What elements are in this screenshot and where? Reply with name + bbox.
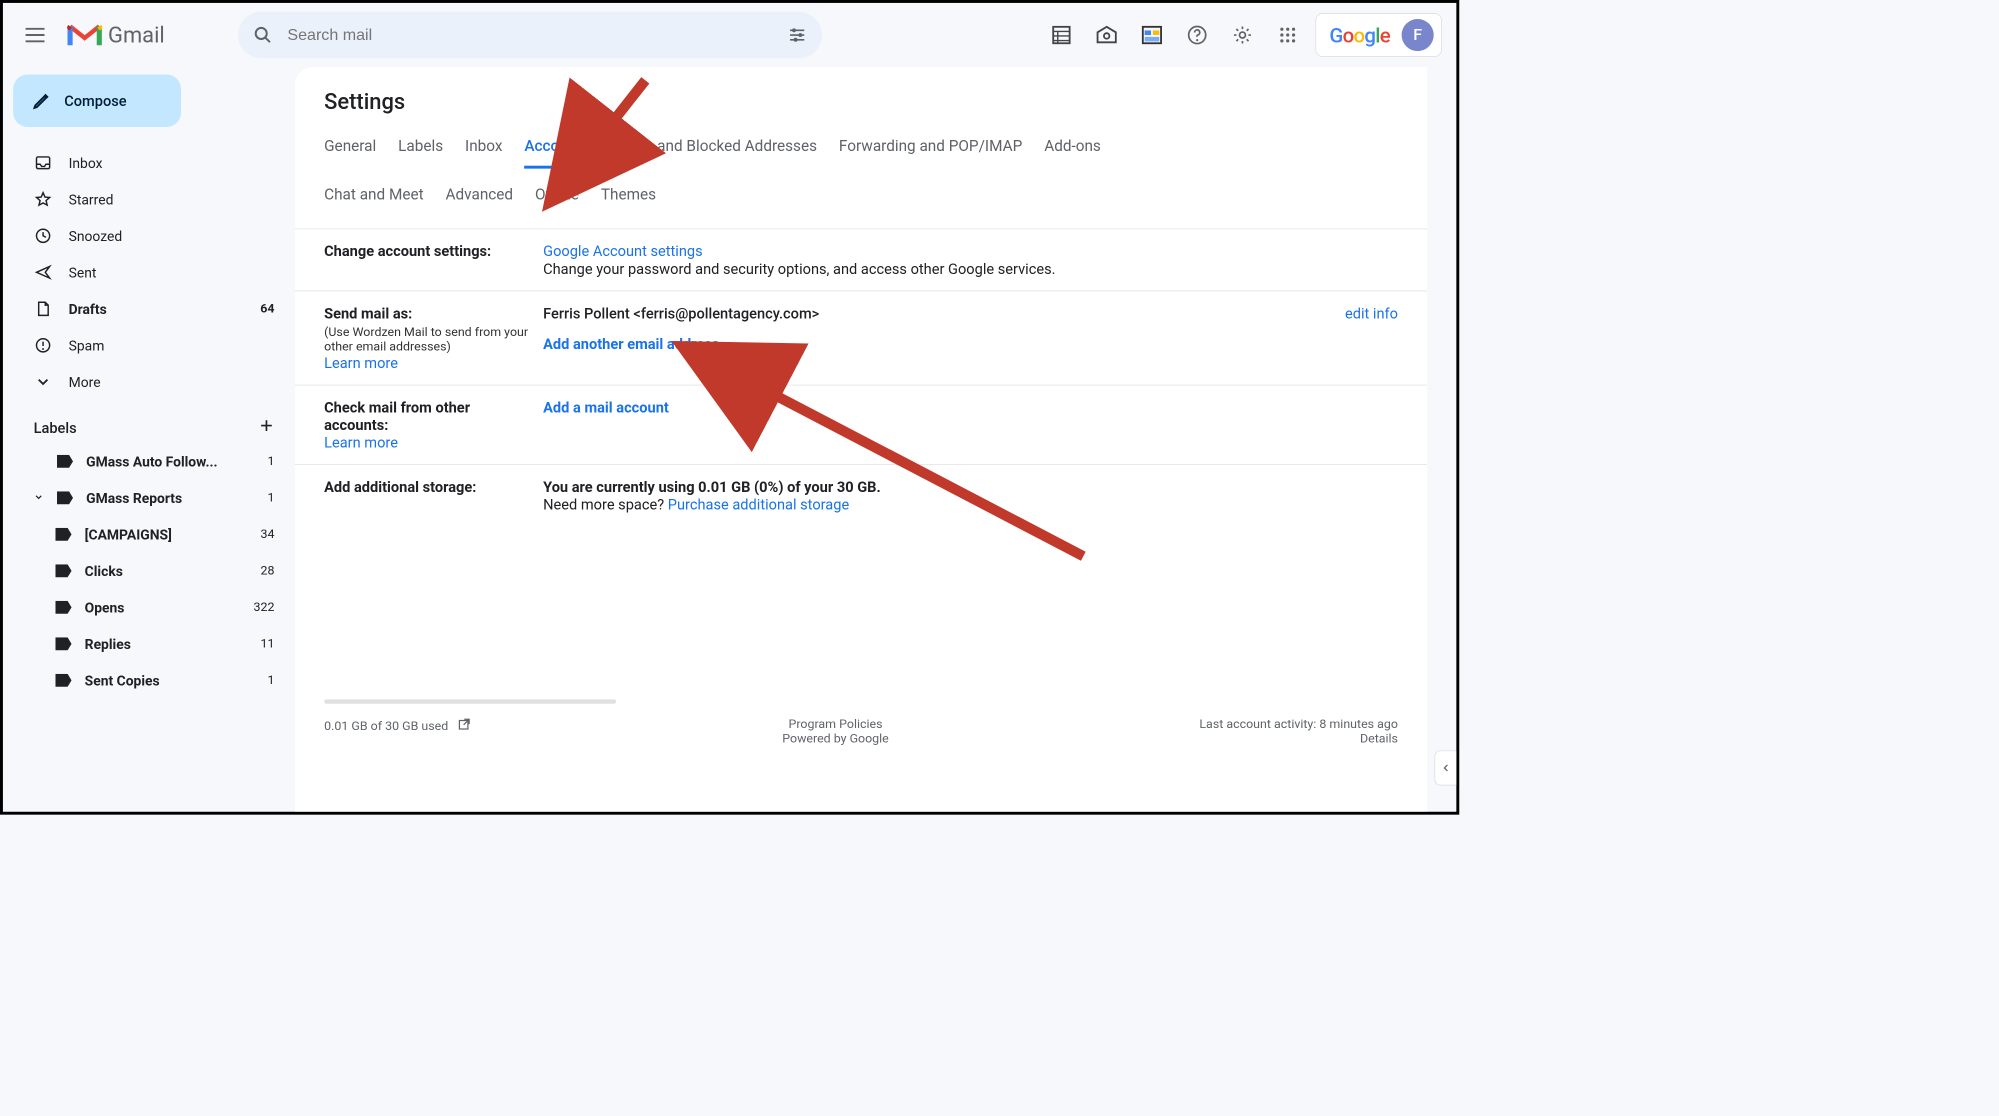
label-item[interactable]: GMass Reports 1 [3, 480, 295, 516]
gmail-logo-text: Gmail [108, 22, 165, 48]
support-icon[interactable] [1180, 18, 1215, 53]
learn-more-link[interactable]: Learn more [324, 354, 398, 372]
label-icon [55, 637, 71, 650]
label-item[interactable]: Sent Copies 1 [3, 662, 295, 699]
header-actions: Google F [1044, 13, 1442, 57]
nav-inbox[interactable]: Inbox [3, 145, 295, 182]
clock-icon [34, 227, 53, 245]
storage-scrollbar[interactable] [324, 699, 616, 703]
pencil-icon [32, 91, 51, 110]
spam-icon [34, 337, 53, 355]
addon-3-icon[interactable] [1135, 18, 1170, 53]
purchase-storage-link[interactable]: Purchase additional storage [668, 496, 849, 514]
nav-spam[interactable]: Spam [3, 327, 295, 364]
sidebar: Compose Inbox Starred Snoozed Sent [3, 67, 295, 812]
label-icon [55, 564, 71, 577]
tab-themes[interactable]: Themes [601, 179, 656, 214]
compose-button[interactable]: Compose [13, 74, 181, 127]
apps-grid-icon[interactable] [1270, 18, 1305, 53]
details-link[interactable]: Details [1360, 731, 1398, 746]
settings-gear-icon[interactable] [1225, 18, 1260, 53]
label-item[interactable]: Clicks 28 [3, 553, 295, 590]
section-send-mail-as: Send mail as: (Use Wordzen Mail to send … [295, 291, 1427, 385]
tab-chat[interactable]: Chat and Meet [324, 179, 423, 214]
tab-inbox[interactable]: Inbox [465, 131, 502, 169]
google-logo: Google [1329, 23, 1389, 47]
search-bar[interactable] [238, 12, 822, 59]
edit-info-link[interactable]: edit info [1345, 304, 1398, 322]
nav-drafts[interactable]: Drafts 64 [3, 291, 295, 328]
add-mail-account-link[interactable]: Add a mail account [543, 399, 669, 417]
tab-addons[interactable]: Add-ons [1044, 131, 1101, 169]
learn-more-link[interactable]: Learn more [324, 434, 398, 452]
label-item[interactable]: Replies 11 [3, 626, 295, 663]
search-icon[interactable] [245, 18, 280, 53]
section-change-account: Change account settings: Google Account … [295, 229, 1427, 291]
nav-more[interactable]: More [3, 364, 295, 401]
label-item[interactable]: Opens 322 [3, 589, 295, 626]
tab-offline[interactable]: Offline [535, 179, 579, 214]
search-input[interactable] [280, 26, 779, 45]
nav-snoozed[interactable]: Snoozed [3, 218, 295, 255]
tab-filters[interactable]: Filters and Blocked Addresses [611, 131, 817, 169]
tab-advanced[interactable]: Advanced [446, 179, 514, 214]
star-icon [34, 191, 53, 209]
open-external-icon[interactable] [457, 717, 472, 735]
search-options-icon[interactable] [779, 18, 814, 53]
label-icon [57, 455, 73, 468]
settings-tabs: General Labels Inbox Accounts Filters an… [295, 131, 1427, 169]
side-panel-toggle[interactable] [1434, 750, 1456, 785]
footer: 0.01 GB of 30 GB used Program Policies P… [295, 699, 1427, 746]
chevron-down-icon [34, 373, 53, 391]
tab-general[interactable]: General [324, 131, 376, 169]
addon-1-icon[interactable] [1044, 18, 1079, 53]
addon-2-icon[interactable] [1089, 18, 1124, 53]
add-label-icon[interactable] [258, 418, 274, 438]
compose-label: Compose [64, 92, 126, 110]
section-storage: Add additional storage: You are currentl… [295, 465, 1427, 526]
header: Gmail [3, 3, 1456, 67]
label-icon [55, 674, 71, 687]
label-icon [55, 601, 71, 614]
label-item[interactable]: GMass Auto Follow... 1 [3, 443, 295, 480]
label-item[interactable]: [CAMPAIGNS] 34 [3, 516, 295, 553]
labels-header: Labels [3, 400, 295, 443]
tab-accounts[interactable]: Accounts [524, 131, 589, 169]
nav-starred[interactable]: Starred [3, 181, 295, 218]
main-content: Settings General Labels Inbox Accounts F… [295, 67, 1427, 812]
tab-forwarding[interactable]: Forwarding and POP/IMAP [839, 131, 1022, 169]
send-as-identity: Ferris Pollent <ferris@pollentagency.com… [543, 304, 819, 322]
add-another-email-link[interactable]: Add another email address [543, 335, 719, 353]
main-menu-button[interactable] [18, 18, 53, 53]
settings-tabs-row2: Chat and Meet Advanced Offline Themes [295, 169, 1427, 229]
page-title: Settings [295, 83, 1427, 130]
google-account-settings-link[interactable]: Google Account settings [543, 242, 703, 260]
program-policies-link[interactable]: Program Policies [788, 717, 882, 732]
caret-down-icon[interactable] [34, 490, 44, 505]
tab-labels[interactable]: Labels [398, 131, 443, 169]
account-switcher[interactable]: Google F [1316, 13, 1442, 57]
storage-used: 0.01 GB of 30 GB used [324, 719, 448, 734]
gmail-icon [67, 22, 102, 48]
label-icon [55, 528, 71, 541]
label-icon [57, 491, 73, 504]
avatar[interactable]: F [1402, 19, 1434, 51]
nav-sent[interactable]: Sent [3, 254, 295, 291]
section-check-mail: Check mail from other accounts: Learn mo… [295, 385, 1427, 465]
send-icon [34, 264, 53, 282]
file-icon [34, 300, 53, 318]
gmail-logo[interactable]: Gmail [67, 22, 165, 48]
inbox-icon [34, 154, 53, 172]
